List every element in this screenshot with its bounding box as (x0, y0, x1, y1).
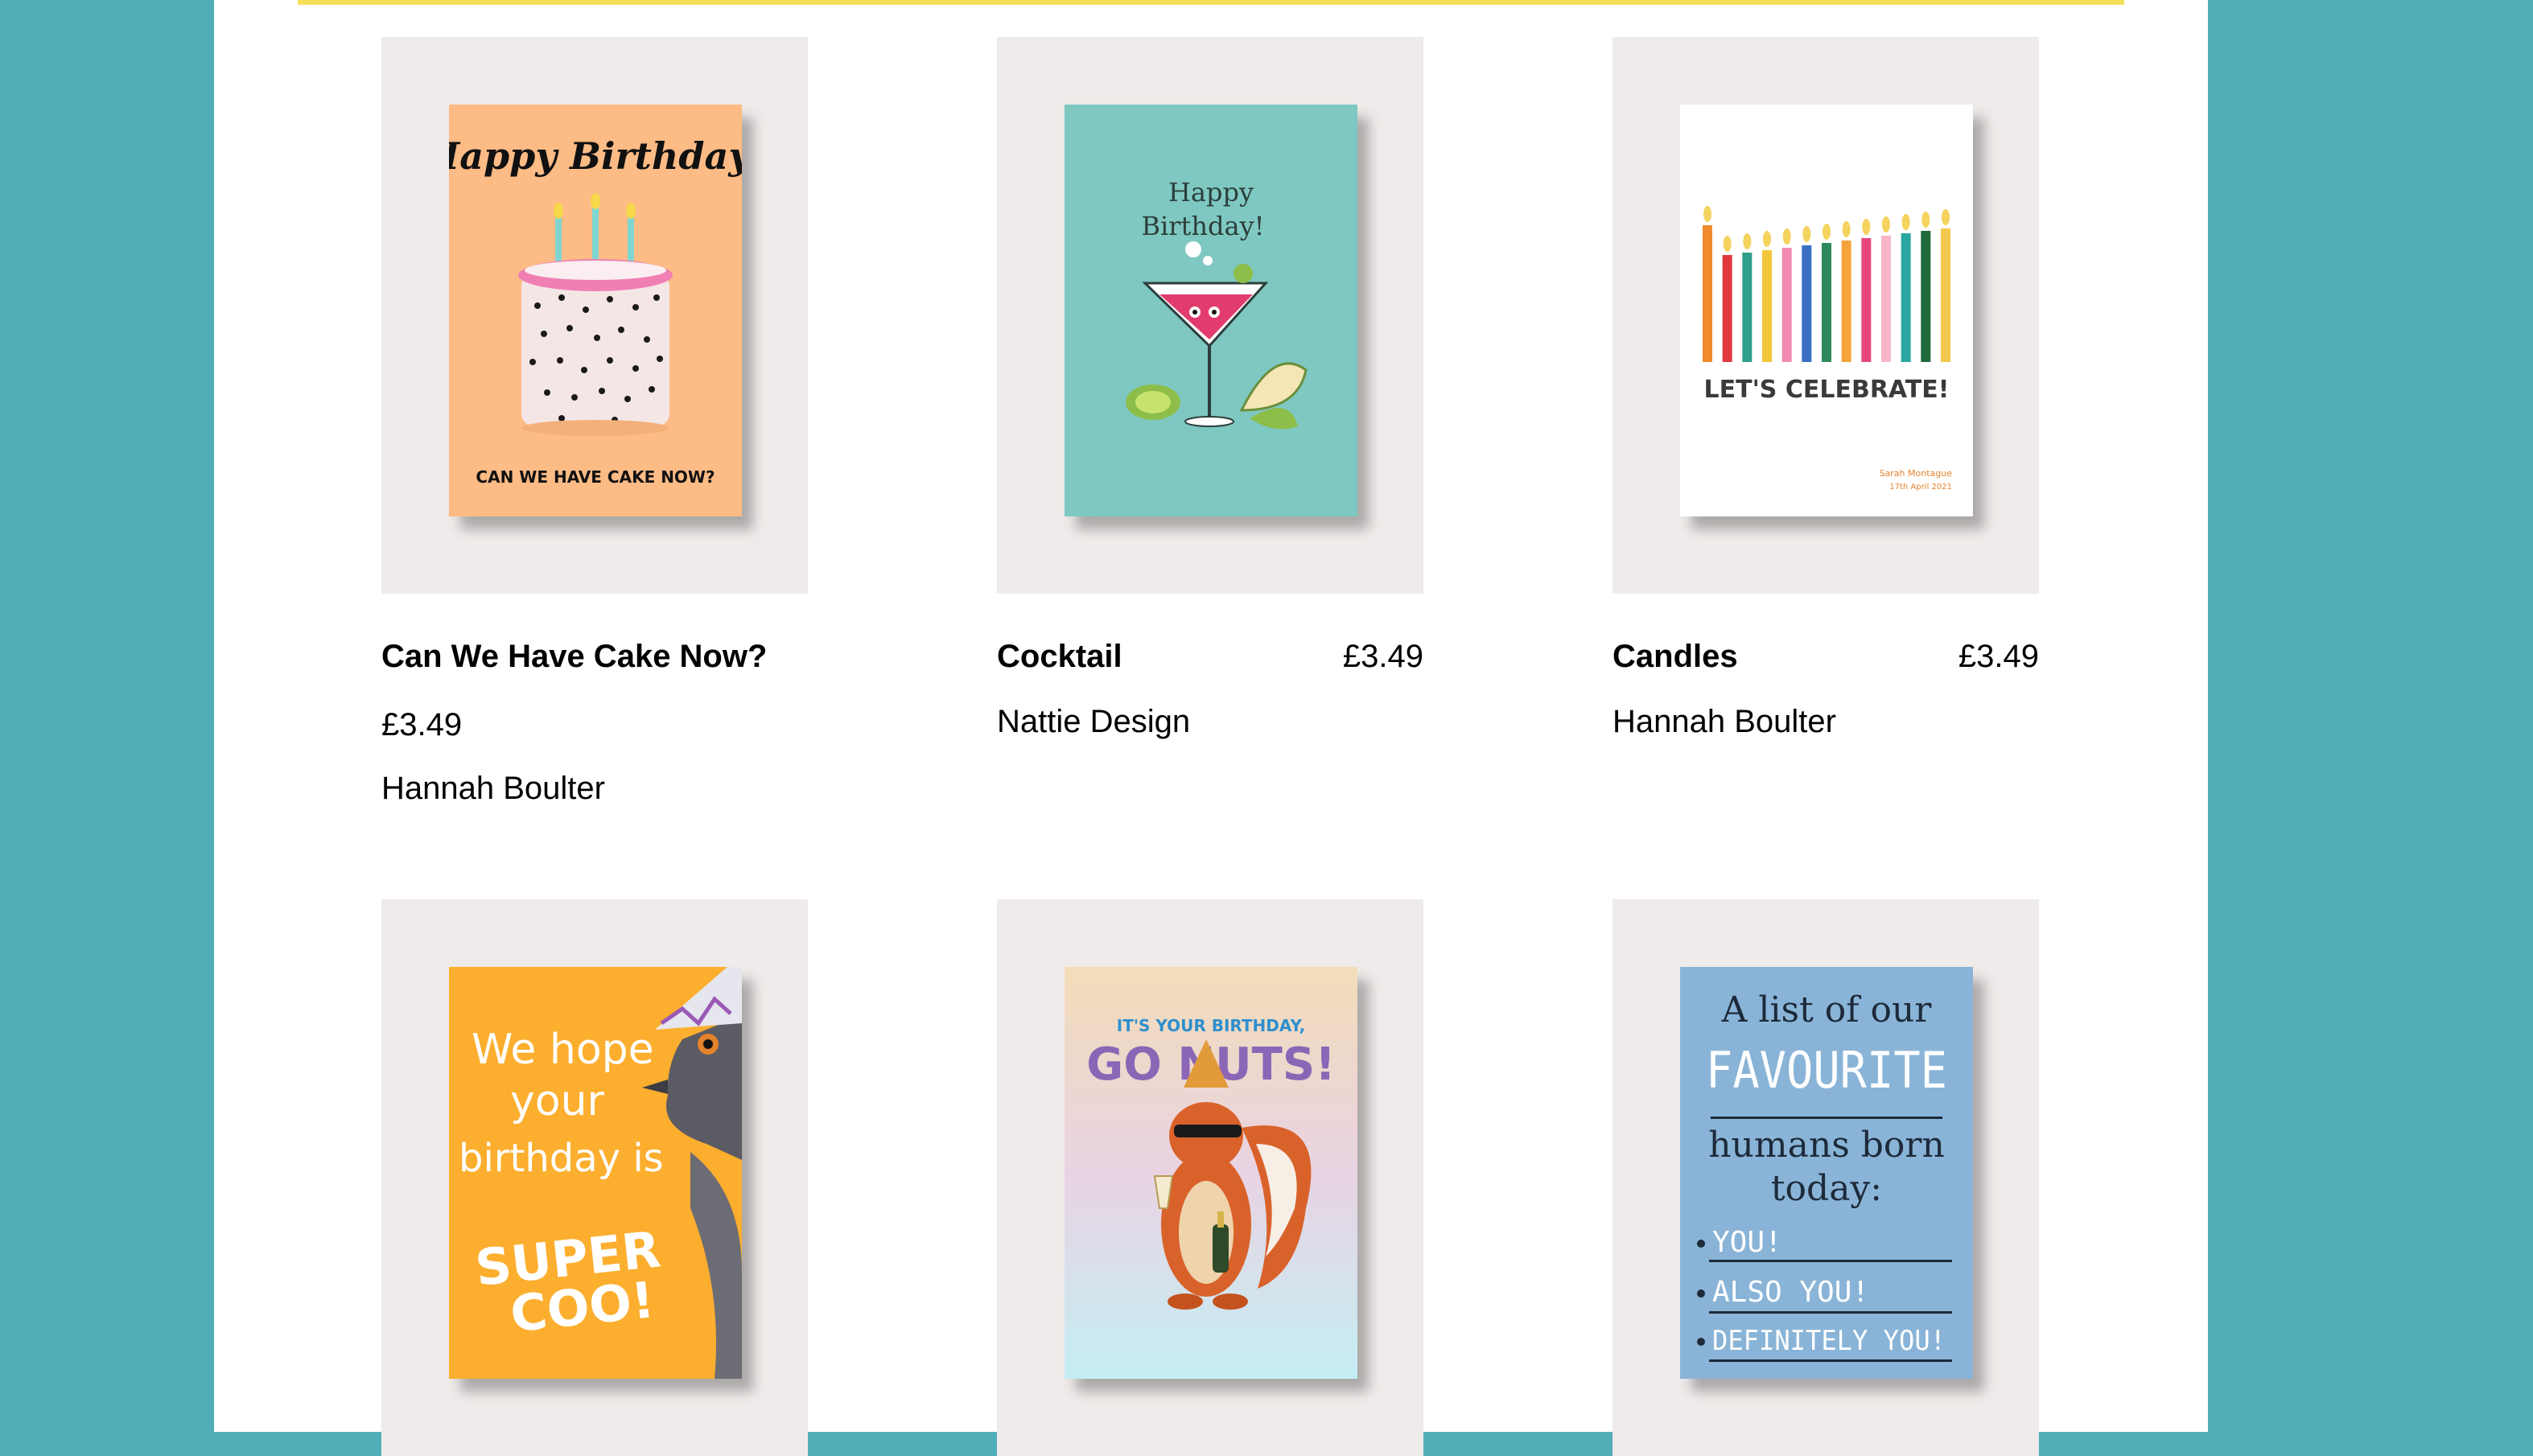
card-text-line2: FAVOURITE (1706, 1041, 1947, 1100)
product-title[interactable]: Can We Have Cake Now? (381, 639, 767, 675)
product-image-frame[interactable]: IT'S YOUR BIRTHDAY, GO NUTS! (997, 899, 1423, 1456)
product-grid-page: Happy Birthday! (214, 0, 2208, 1456)
card-text-line1: Happy Birthday! (449, 134, 742, 178)
product-image-frame[interactable]: Happy Birthday! (997, 37, 1423, 594)
card-text-line2: Birthday! (1141, 211, 1264, 241)
product-image-frame[interactable]: LET'S CELEBRATE! Sarah Montague 17th Apr… (1612, 37, 2039, 594)
candle-shape (1941, 228, 1950, 362)
product-artist[interactable]: Nattie Design (997, 704, 1423, 740)
card-text-line3: 17th April 2021 (1889, 483, 1952, 492)
product-artist[interactable]: Hannah Boulter (381, 771, 808, 807)
candle-shape (1802, 245, 1812, 362)
candle-shape (1762, 250, 1772, 362)
card-image-squirrel[interactable]: IT'S YOUR BIRTHDAY, GO NUTS! (1065, 967, 1357, 1379)
candle-shape (1703, 225, 1712, 362)
flame-shape (1782, 228, 1791, 245)
card-text-line1: IT'S YOUR BIRTHDAY, (1117, 1016, 1305, 1035)
candle-shape (1822, 243, 1831, 362)
flame-shape (1802, 226, 1811, 242)
accent-divider (298, 0, 2124, 5)
card-text-line3: humans born (1708, 1125, 1945, 1166)
card-text-line5: YOU! (1712, 1226, 1782, 1259)
pigeon-card-artwork: We hope your birthday is SUPER COO! (449, 967, 742, 1379)
flame-shape (1921, 212, 1930, 228)
product-tile[interactable]: We hope your birthday is SUPER COO! (381, 899, 808, 1456)
card-text-line1: A list of our (1721, 989, 1933, 1030)
card-image-list[interactable]: A list of our FAVOURITE humans born toda… (1680, 967, 1973, 1379)
card-image-pigeon[interactable]: We hope your birthday is SUPER COO! (449, 967, 742, 1379)
flame-shape (1882, 216, 1890, 232)
candle-shape (1742, 253, 1753, 362)
candle-shape (1861, 238, 1872, 362)
flame-shape (1862, 219, 1871, 235)
cocktail-card-artwork: Happy Birthday! (1065, 105, 1357, 516)
card-image-cocktail[interactable]: Happy Birthday! (1065, 105, 1357, 516)
product-image-frame[interactable]: A list of our FAVOURITE humans born toda… (1612, 899, 2039, 1456)
card-text-line2: your (510, 1077, 605, 1125)
product-price: £3.49 (1958, 639, 2039, 674)
product-price: £3.49 (381, 707, 463, 742)
flame-shape (1942, 209, 1950, 225)
product-tile[interactable]: IT'S YOUR BIRTHDAY, GO NUTS! (997, 899, 1423, 1456)
card-text-line2: CAN WE HAVE CAKE NOW? (476, 467, 715, 487)
product-title[interactable]: Candles (1612, 639, 1738, 675)
card-text-line1: Happy (1168, 177, 1254, 208)
flame-shape (1823, 224, 1831, 240)
product-tile[interactable]: Happy Birthday! (997, 37, 1423, 740)
candle-shape (1781, 248, 1792, 362)
candle-shape (1881, 236, 1891, 362)
product-tile[interactable]: A list of our FAVOURITE humans born toda… (1612, 899, 2039, 1456)
card-text-line7: DEFINITELY YOU! (1712, 1325, 1946, 1357)
candle-shape (1722, 255, 1732, 362)
card-text-line4: today: (1771, 1168, 1882, 1209)
candle-shape (1901, 233, 1911, 362)
candle-shape (1921, 231, 1931, 362)
product-image-frame[interactable]: Happy Birthday! (381, 37, 808, 594)
product-title[interactable]: Cocktail (997, 639, 1122, 675)
card-text-line3: birthday is (459, 1136, 664, 1181)
product-tile[interactable]: LET'S CELEBRATE! Sarah Montague 17th Apr… (1612, 37, 2039, 740)
flame-shape (1723, 236, 1732, 252)
candle-shape (1841, 241, 1851, 362)
product-price: £3.49 (1342, 639, 1423, 674)
flame-shape (1901, 214, 1910, 230)
product-tile[interactable]: Happy Birthday! (381, 37, 808, 807)
flame-shape (1703, 206, 1711, 222)
card-image-candles[interactable]: LET'S CELEBRATE! Sarah Montague 17th Apr… (1680, 105, 1973, 516)
flame-shape (1842, 221, 1851, 237)
flame-shape (1743, 233, 1752, 249)
card-image-cake[interactable]: Happy Birthday! (449, 105, 742, 516)
product-image-frame[interactable]: We hope your birthday is SUPER COO! (381, 899, 808, 1456)
flame-shape (1763, 231, 1771, 247)
card-text-line2: Sarah Montague (1880, 468, 1953, 479)
product-artist[interactable]: Hannah Boulter (1612, 704, 2039, 740)
candles-card-artwork: LET'S CELEBRATE! Sarah Montague 17th Apr… (1680, 105, 1973, 516)
list-card-artwork: A list of our FAVOURITE humans born toda… (1680, 967, 1973, 1379)
cake-card-artwork: Happy Birthday! (449, 105, 742, 516)
card-text-line1: LET'S CELEBRATE! (1704, 376, 1950, 404)
squirrel-card-artwork: IT'S YOUR BIRTHDAY, GO NUTS! (1065, 967, 1357, 1379)
card-text-line1: We hope (472, 1026, 654, 1074)
card-text-line6: ALSO YOU! (1712, 1276, 1869, 1309)
